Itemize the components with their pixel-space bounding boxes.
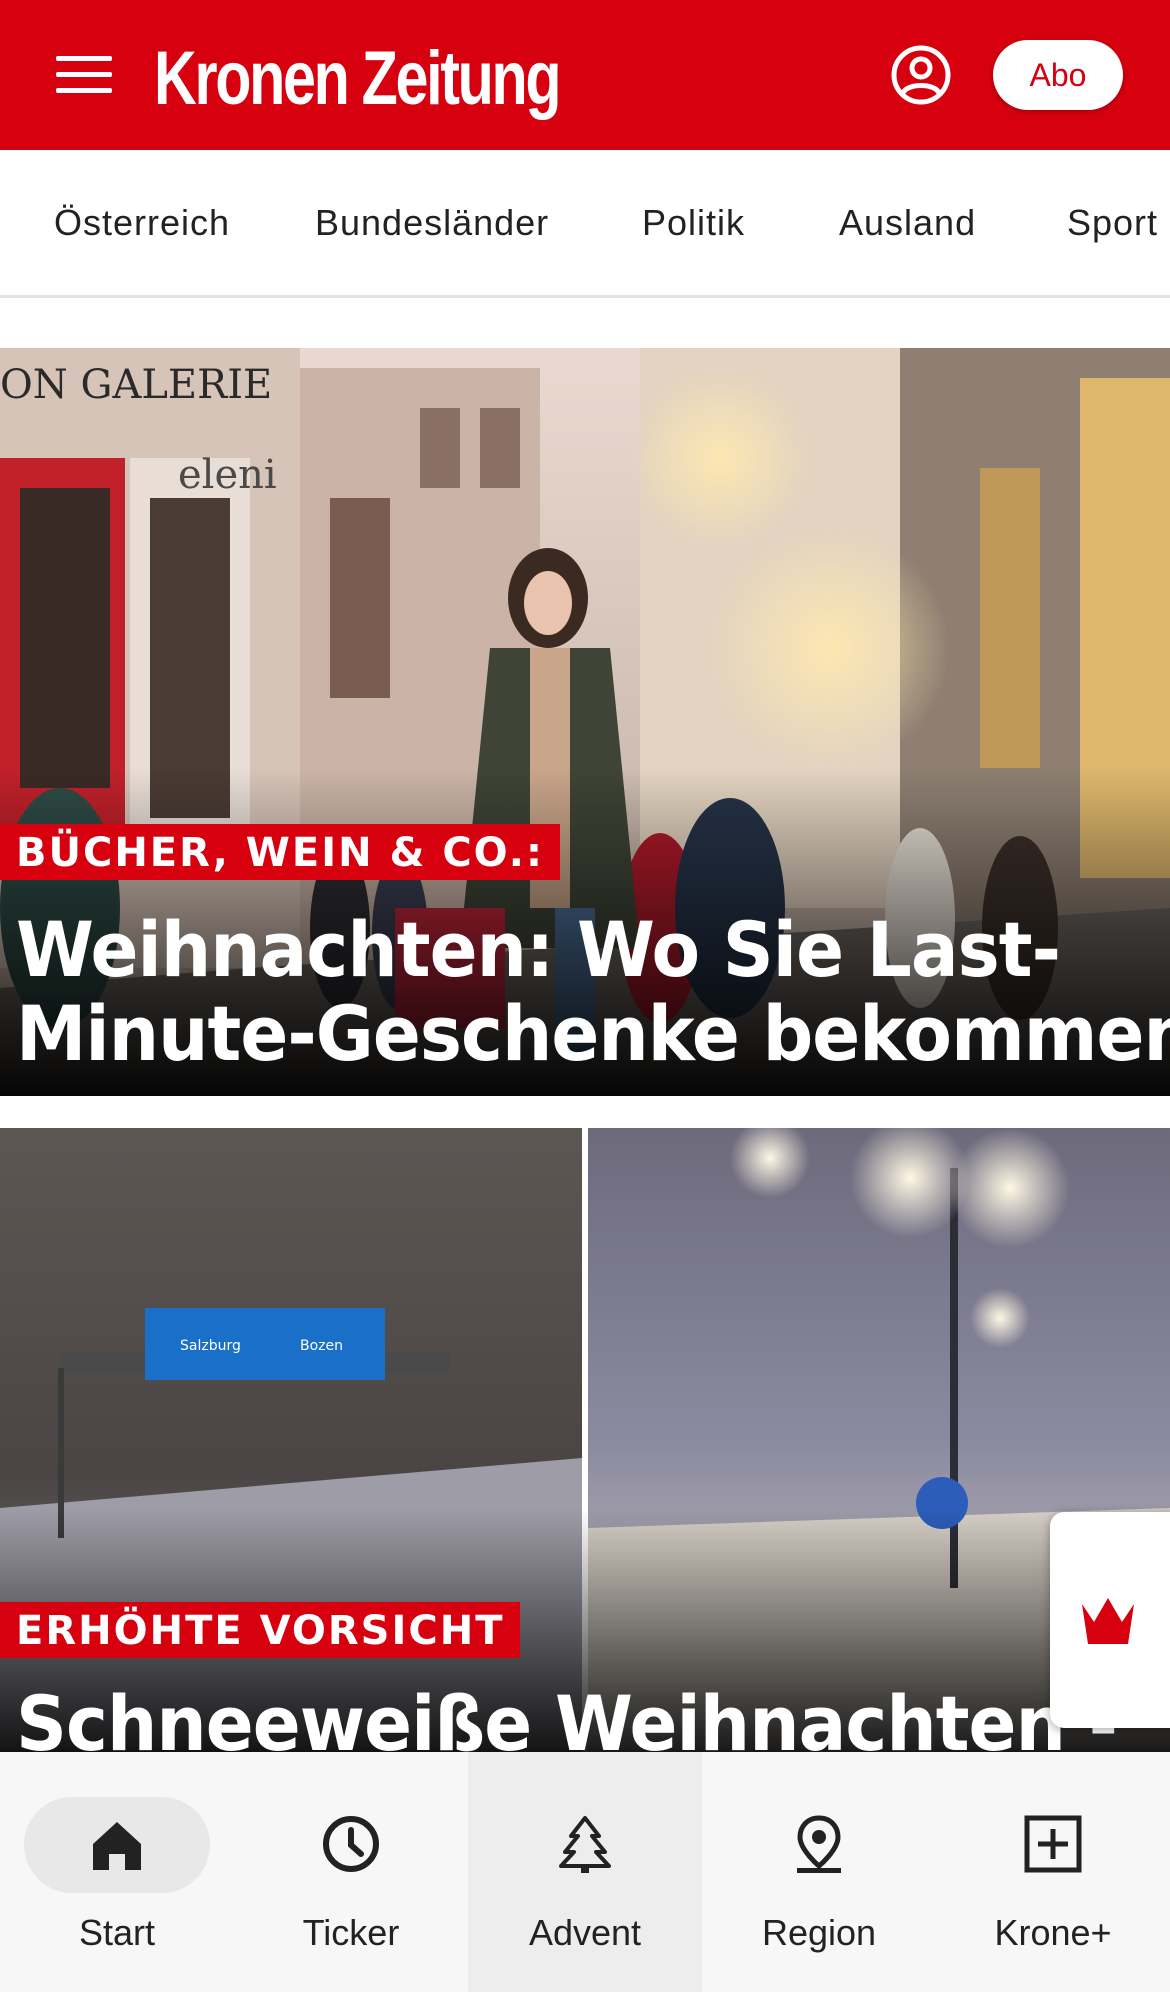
site-logo[interactable]: Kronen Zeitung	[154, 34, 562, 124]
article-headline-line: Schneeweiße Weihnachten -	[16, 1679, 1118, 1759]
article-headline-line: Minute-Geschenke bekommen	[16, 989, 1170, 1078]
plus-box-icon	[1024, 1815, 1082, 1873]
shop-sign-text: ON GALERIE	[0, 362, 272, 408]
article-card-snow-christmas[interactable]: Salzburg Bozen ERHÖHTE VORSICHT Schneewe…	[0, 1128, 1170, 1758]
category-nav: Österreich Bundesländer Politik Ausland …	[0, 150, 1170, 298]
article-headline-line: Weihnachten: Wo Sie Last-	[16, 905, 1061, 994]
nav-label: Start	[78, 1912, 156, 1953]
category-bundeslaender[interactable]: Bundesländer	[315, 202, 549, 244]
nav-item-advent[interactable]: Advent	[468, 1752, 702, 1992]
nav-label: Krone+	[994, 1912, 1112, 1953]
tree-icon	[559, 1816, 611, 1873]
krone-crown-icon	[1082, 1598, 1134, 1644]
article-kicker: ERHÖHTE VORSICHT	[0, 1602, 521, 1658]
bottom-navigation: Start Ticker Advent Region Krone+	[0, 1752, 1170, 1992]
krone-floating-button[interactable]	[1050, 1512, 1170, 1728]
article-kicker: BÜCHER, WEIN & CO.:	[0, 824, 560, 880]
nav-item-kroneplus[interactable]: Krone+	[936, 1752, 1170, 1992]
hamburger-menu-icon[interactable]	[56, 52, 112, 96]
clock-icon	[323, 1816, 379, 1872]
nav-label: Advent	[528, 1912, 642, 1953]
svg-text:Bozen: Bozen	[300, 1338, 343, 1354]
nav-label: Region	[761, 1912, 877, 1953]
shop-name-text: eleni	[178, 452, 277, 498]
nav-item-ticker[interactable]: Ticker	[234, 1752, 468, 1992]
app-header: Kronen Zeitung Abo	[0, 0, 1170, 150]
nav-item-region[interactable]: Region	[702, 1752, 936, 1992]
snowy-roads-photo: Salzburg Bozen	[0, 1128, 1170, 1758]
abo-button[interactable]: Abo	[993, 40, 1123, 110]
category-ausland[interactable]: Ausland	[839, 202, 976, 244]
location-pin-icon	[797, 1815, 841, 1873]
category-politik[interactable]: Politik	[642, 202, 745, 244]
category-sport[interactable]: Sport	[1067, 202, 1158, 244]
category-oesterreich[interactable]: Österreich	[54, 202, 230, 244]
nav-label: Ticker	[302, 1912, 400, 1953]
user-account-icon[interactable]	[890, 44, 952, 106]
article-card-christmas-shopping[interactable]: ON GALERIE eleni BÜCHER, WEIN & CO.: Wei…	[0, 348, 1170, 1096]
svg-text:Salzburg: Salzburg	[180, 1338, 241, 1354]
home-icon	[93, 1822, 141, 1870]
nav-item-start[interactable]: Start	[0, 1752, 234, 1992]
